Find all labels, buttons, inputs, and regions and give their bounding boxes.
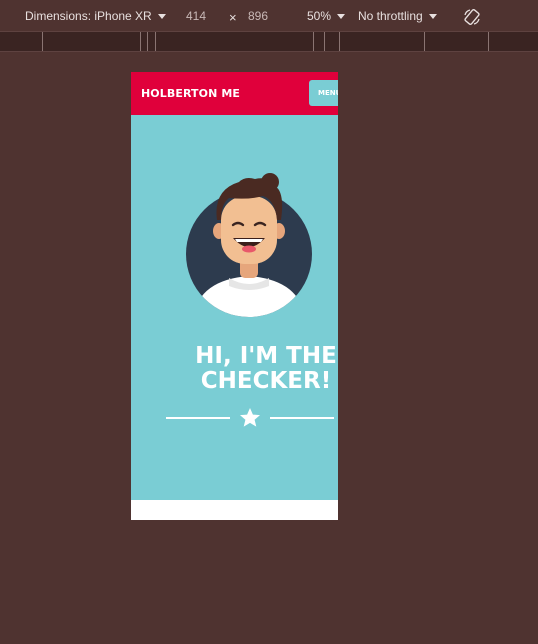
- dimensions-dropdown[interactable]: Dimensions: iPhone XR: [25, 9, 166, 23]
- site-navbar: HOLBERTON ME MENU: [131, 72, 338, 115]
- throttling-dropdown[interactable]: No throttling: [358, 9, 437, 23]
- zoom-label: 50%: [307, 9, 332, 23]
- star-icon: [240, 408, 260, 427]
- throttling-label: No throttling: [358, 9, 423, 23]
- dimensions-label: Dimensions: iPhone XR: [25, 9, 152, 23]
- ruler-tick: [147, 32, 148, 51]
- ruler-tick: [488, 32, 489, 51]
- ruler-tick: [155, 32, 156, 51]
- ruler-tick: [424, 32, 425, 51]
- ruler-tick: [339, 32, 340, 51]
- chevron-down-icon: [337, 13, 346, 19]
- devtools-device-toolbar: Dimensions: iPhone XR 414 × 896 50% No t…: [0, 0, 538, 31]
- zoom-dropdown[interactable]: 50%: [307, 9, 346, 23]
- height-input[interactable]: 896: [248, 9, 268, 23]
- next-section: [131, 500, 338, 520]
- device-viewport: HOLBERTON ME MENU HI, I'M THE CHECKER!: [131, 72, 338, 520]
- rotate-icon[interactable]: [462, 7, 482, 27]
- chevron-down-icon: [428, 13, 437, 19]
- ruler-tick: [313, 32, 314, 51]
- menu-button[interactable]: MENU: [309, 80, 338, 106]
- dimension-separator: ×: [229, 10, 237, 25]
- brand-logo[interactable]: HOLBERTON ME: [141, 87, 240, 100]
- hero-title-line1: HI, I'M THE: [195, 343, 337, 369]
- ruler-tick: [42, 32, 43, 51]
- width-input[interactable]: 414: [186, 9, 206, 23]
- hero-title-line2: CHECKER!: [200, 368, 332, 394]
- star-divider: [166, 408, 334, 427]
- hero-title: HI, I'M THE CHECKER!: [161, 344, 338, 394]
- ruler-tick: [324, 32, 325, 51]
- avatar-illustration: [186, 173, 312, 317]
- chevron-down-icon: [157, 13, 166, 19]
- media-query-ruler[interactable]: [0, 31, 538, 52]
- ruler-tick: [140, 32, 141, 51]
